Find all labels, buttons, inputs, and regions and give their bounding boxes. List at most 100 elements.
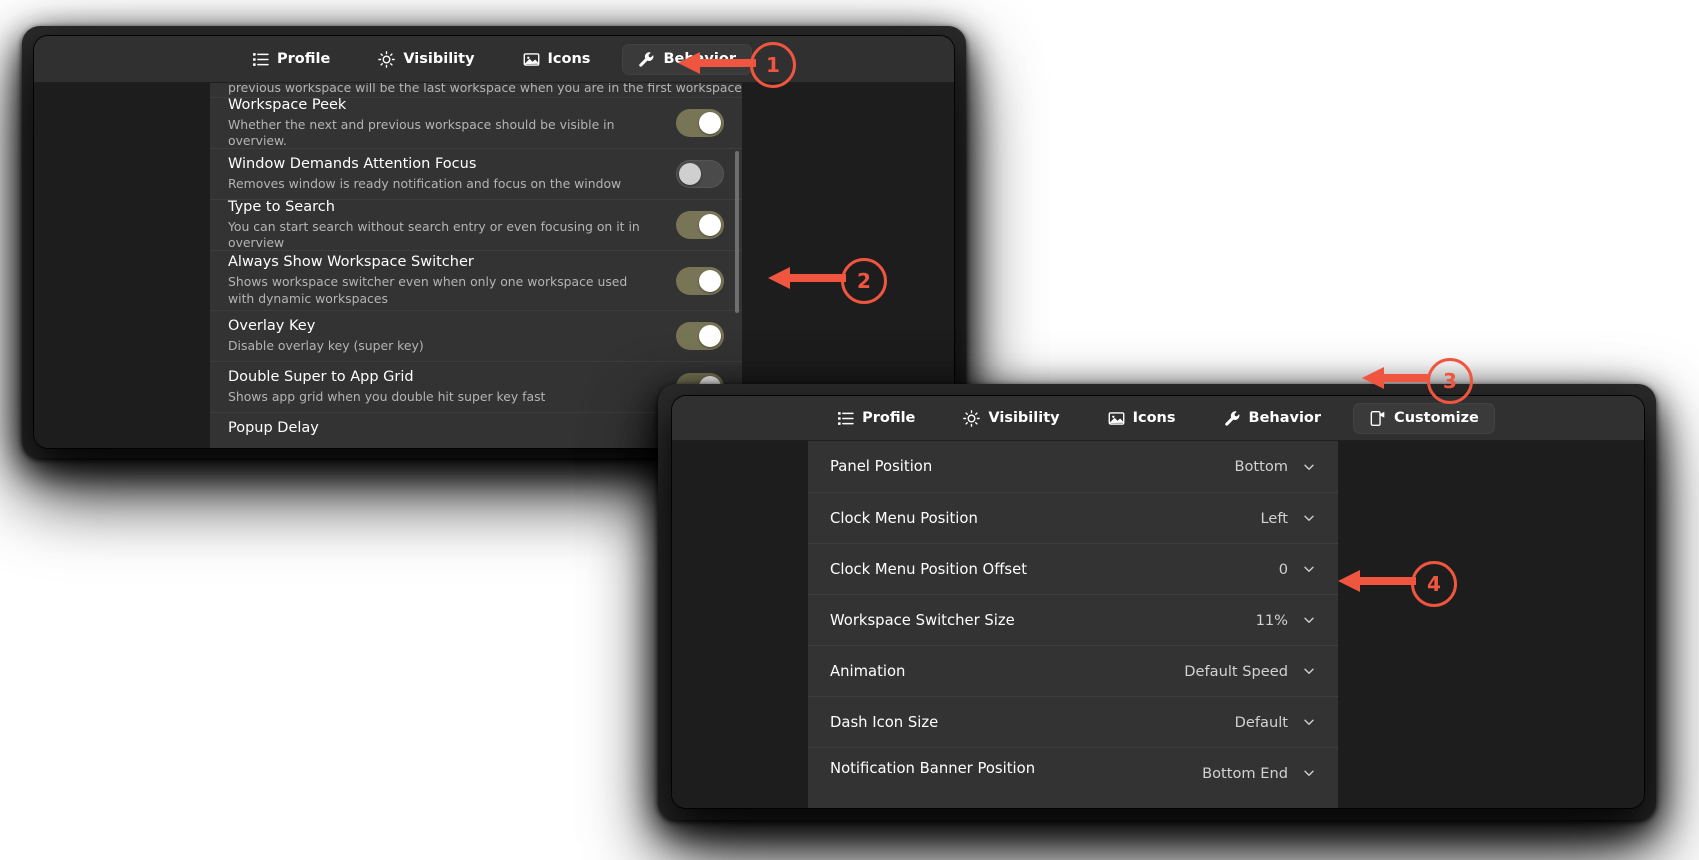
tab-behavior-label: Behavior (663, 51, 736, 67)
toggle-knob (699, 325, 721, 347)
combo-row-clock-menu-position-offset[interactable]: Clock Menu Position Offset 0 (808, 543, 1338, 594)
customize-right-gutter (1338, 441, 1644, 808)
tab-visibility-2[interactable]: Visibility (947, 403, 1075, 434)
combo-label: Workspace Switcher Size (830, 611, 1015, 629)
chevron-down-icon[interactable] (1302, 460, 1316, 474)
behavior-clipped-top-text: previous workspace will be the last work… (228, 83, 742, 95)
pref-subtitle: Shows app grid when you double hit super… (228, 388, 546, 404)
pref-text: Popup Delay (228, 413, 724, 439)
chevron-down-icon[interactable] (1302, 766, 1316, 780)
pref-row-overlay-key[interactable]: Overlay Key Disable overlay key (super k… (210, 310, 742, 361)
tab-customize-label: Customize (1394, 410, 1479, 426)
pref-subtitle: Disable overlay key (super key) (228, 337, 424, 353)
combo-row-notification-banner-position[interactable]: Notification Banner Position Bottom End (808, 747, 1338, 798)
annotation-badge-2: 2 (841, 258, 887, 304)
customize-window[interactable]: Profile Visibility Icons Behavior Custom… (672, 396, 1644, 808)
tab-customize[interactable]: Customize (1353, 402, 1495, 434)
type-to-search-toggle[interactable] (676, 211, 724, 239)
workspace-peek-toggle[interactable] (676, 109, 724, 137)
overlay-key-toggle[interactable] (676, 322, 724, 350)
tab-profile[interactable]: Profile (236, 44, 346, 75)
tab-visibility-label: Visibility (403, 51, 475, 67)
combo-value: Bottom End (1202, 765, 1288, 782)
chevron-down-icon[interactable] (1302, 562, 1316, 576)
tab-behavior[interactable]: Behavior (622, 43, 752, 75)
tab-visibility-2-label: Visibility (988, 410, 1060, 426)
customize-left-gutter (672, 441, 808, 808)
tab-behavior-2[interactable]: Behavior (1208, 403, 1338, 434)
toggle-knob (699, 269, 721, 292)
tab-icons-label: Icons (547, 51, 591, 67)
pref-row-always-show-workspace-switcher[interactable]: Always Show Workspace Switcher Shows wor… (210, 250, 742, 310)
combo-value: Left (1260, 509, 1288, 527)
always-show-workspace-switcher-toggle[interactable] (676, 266, 724, 295)
combo-label: Dash Icon Size (830, 713, 939, 731)
annotation-badge-4-number: 4 (1427, 572, 1441, 596)
combo-label: Clock Menu Position Offset (830, 560, 1028, 578)
behavior-clipped-top-row: previous workspace will be the last work… (210, 83, 742, 97)
combo-value: 11% (1255, 611, 1288, 629)
pref-row-workspace-peek[interactable]: Workspace Peek Whether the next and prev… (210, 97, 742, 148)
behavior-left-gutter (34, 83, 210, 448)
window-demands-attention-focus-toggle[interactable] (676, 160, 724, 188)
annotation-badge-4: 4 (1411, 561, 1457, 607)
annotation-badge-3: 3 (1427, 358, 1473, 404)
pref-text: Always Show Workspace Switcher Shows wor… (228, 244, 660, 316)
chevron-down-icon[interactable] (1302, 715, 1316, 729)
tab-icons-2-label: Icons (1132, 410, 1176, 426)
pref-title: Always Show Workspace Switcher (228, 254, 474, 271)
chevron-down-icon[interactable] (1302, 613, 1316, 627)
pref-subtitle: Shows workspace switcher even when only … (228, 274, 628, 306)
toggle-knob (679, 163, 701, 185)
pref-row-type-to-search[interactable]: Type to Search You can start search with… (210, 199, 742, 250)
tab-profile-2[interactable]: Profile (821, 403, 931, 434)
combo-row-clock-menu-position[interactable]: Clock Menu Position Left (808, 492, 1338, 543)
combo-row-dash-icon-size[interactable]: Dash Icon Size Default (808, 696, 1338, 747)
tab-profile-2-label: Profile (862, 410, 916, 426)
tab-icons-2[interactable]: Icons (1092, 403, 1192, 434)
pref-title: Window Demands Attention Focus (228, 156, 477, 173)
list-icon (252, 51, 269, 68)
behavior-window-headerbar: Profile Visibility Icons Behavior (34, 36, 954, 83)
tab-icons[interactable]: Icons (507, 44, 607, 75)
annotation-badge-1-number: 1 (766, 53, 780, 77)
pref-title: Type to Search (228, 198, 335, 215)
combo-value: Bottom (1234, 458, 1288, 475)
combo-row-panel-position[interactable]: Panel Position Bottom (808, 441, 1338, 492)
pref-title: Popup Delay (228, 420, 319, 436)
customize-content: Panel Position Bottom Clock Menu Positio… (672, 441, 1644, 808)
combo-label: Panel Position (830, 458, 933, 475)
combo-row-animation[interactable]: Animation Default Speed (808, 645, 1338, 696)
combo-row-workspace-switcher-size[interactable]: Workspace Switcher Size 11% (808, 594, 1338, 645)
chevron-down-icon[interactable] (1302, 664, 1316, 678)
tab-behavior-2-label: Behavior (1248, 410, 1322, 426)
sun-icon (378, 50, 396, 68)
customize-icon (1369, 410, 1386, 427)
customize-prefs-list: Panel Position Bottom Clock Menu Positio… (808, 441, 1338, 808)
sun-icon (963, 409, 981, 427)
annotation-badge-3-number: 3 (1443, 369, 1457, 393)
tab-visibility[interactable]: Visibility (362, 44, 490, 75)
combo-value: Default (1234, 713, 1288, 731)
customize-window-headerbar: Profile Visibility Icons Behavior Custom… (672, 396, 1644, 441)
pref-title: Overlay Key (228, 318, 316, 335)
pref-title: Double Super to App Grid (228, 369, 414, 386)
pref-title: Workspace Peek (228, 96, 347, 113)
combo-value: 0 (1278, 560, 1288, 578)
annotation-badge-1: 1 (750, 42, 796, 88)
behavior-tabs: Profile Visibility Icons Behavior (228, 43, 760, 75)
toggle-knob (699, 112, 721, 134)
chevron-down-icon[interactable] (1302, 511, 1316, 525)
tab-profile-label: Profile (277, 51, 331, 67)
combo-value: Default Speed (1184, 662, 1288, 680)
behavior-scrollbar[interactable] (735, 151, 739, 313)
customize-tabs: Profile Visibility Icons Behavior Custom… (813, 402, 1503, 434)
combo-label: Animation (830, 662, 906, 680)
combo-label: Notification Banner Position (830, 760, 1036, 777)
wrench-icon (1224, 410, 1241, 427)
image-icon (523, 51, 540, 68)
list-icon (837, 410, 854, 427)
wrench-icon (638, 51, 655, 68)
pref-text: Overlay Key Disable overlay key (super k… (228, 308, 660, 363)
pref-subtitle: Whether the next and previous workspace … (228, 116, 615, 149)
